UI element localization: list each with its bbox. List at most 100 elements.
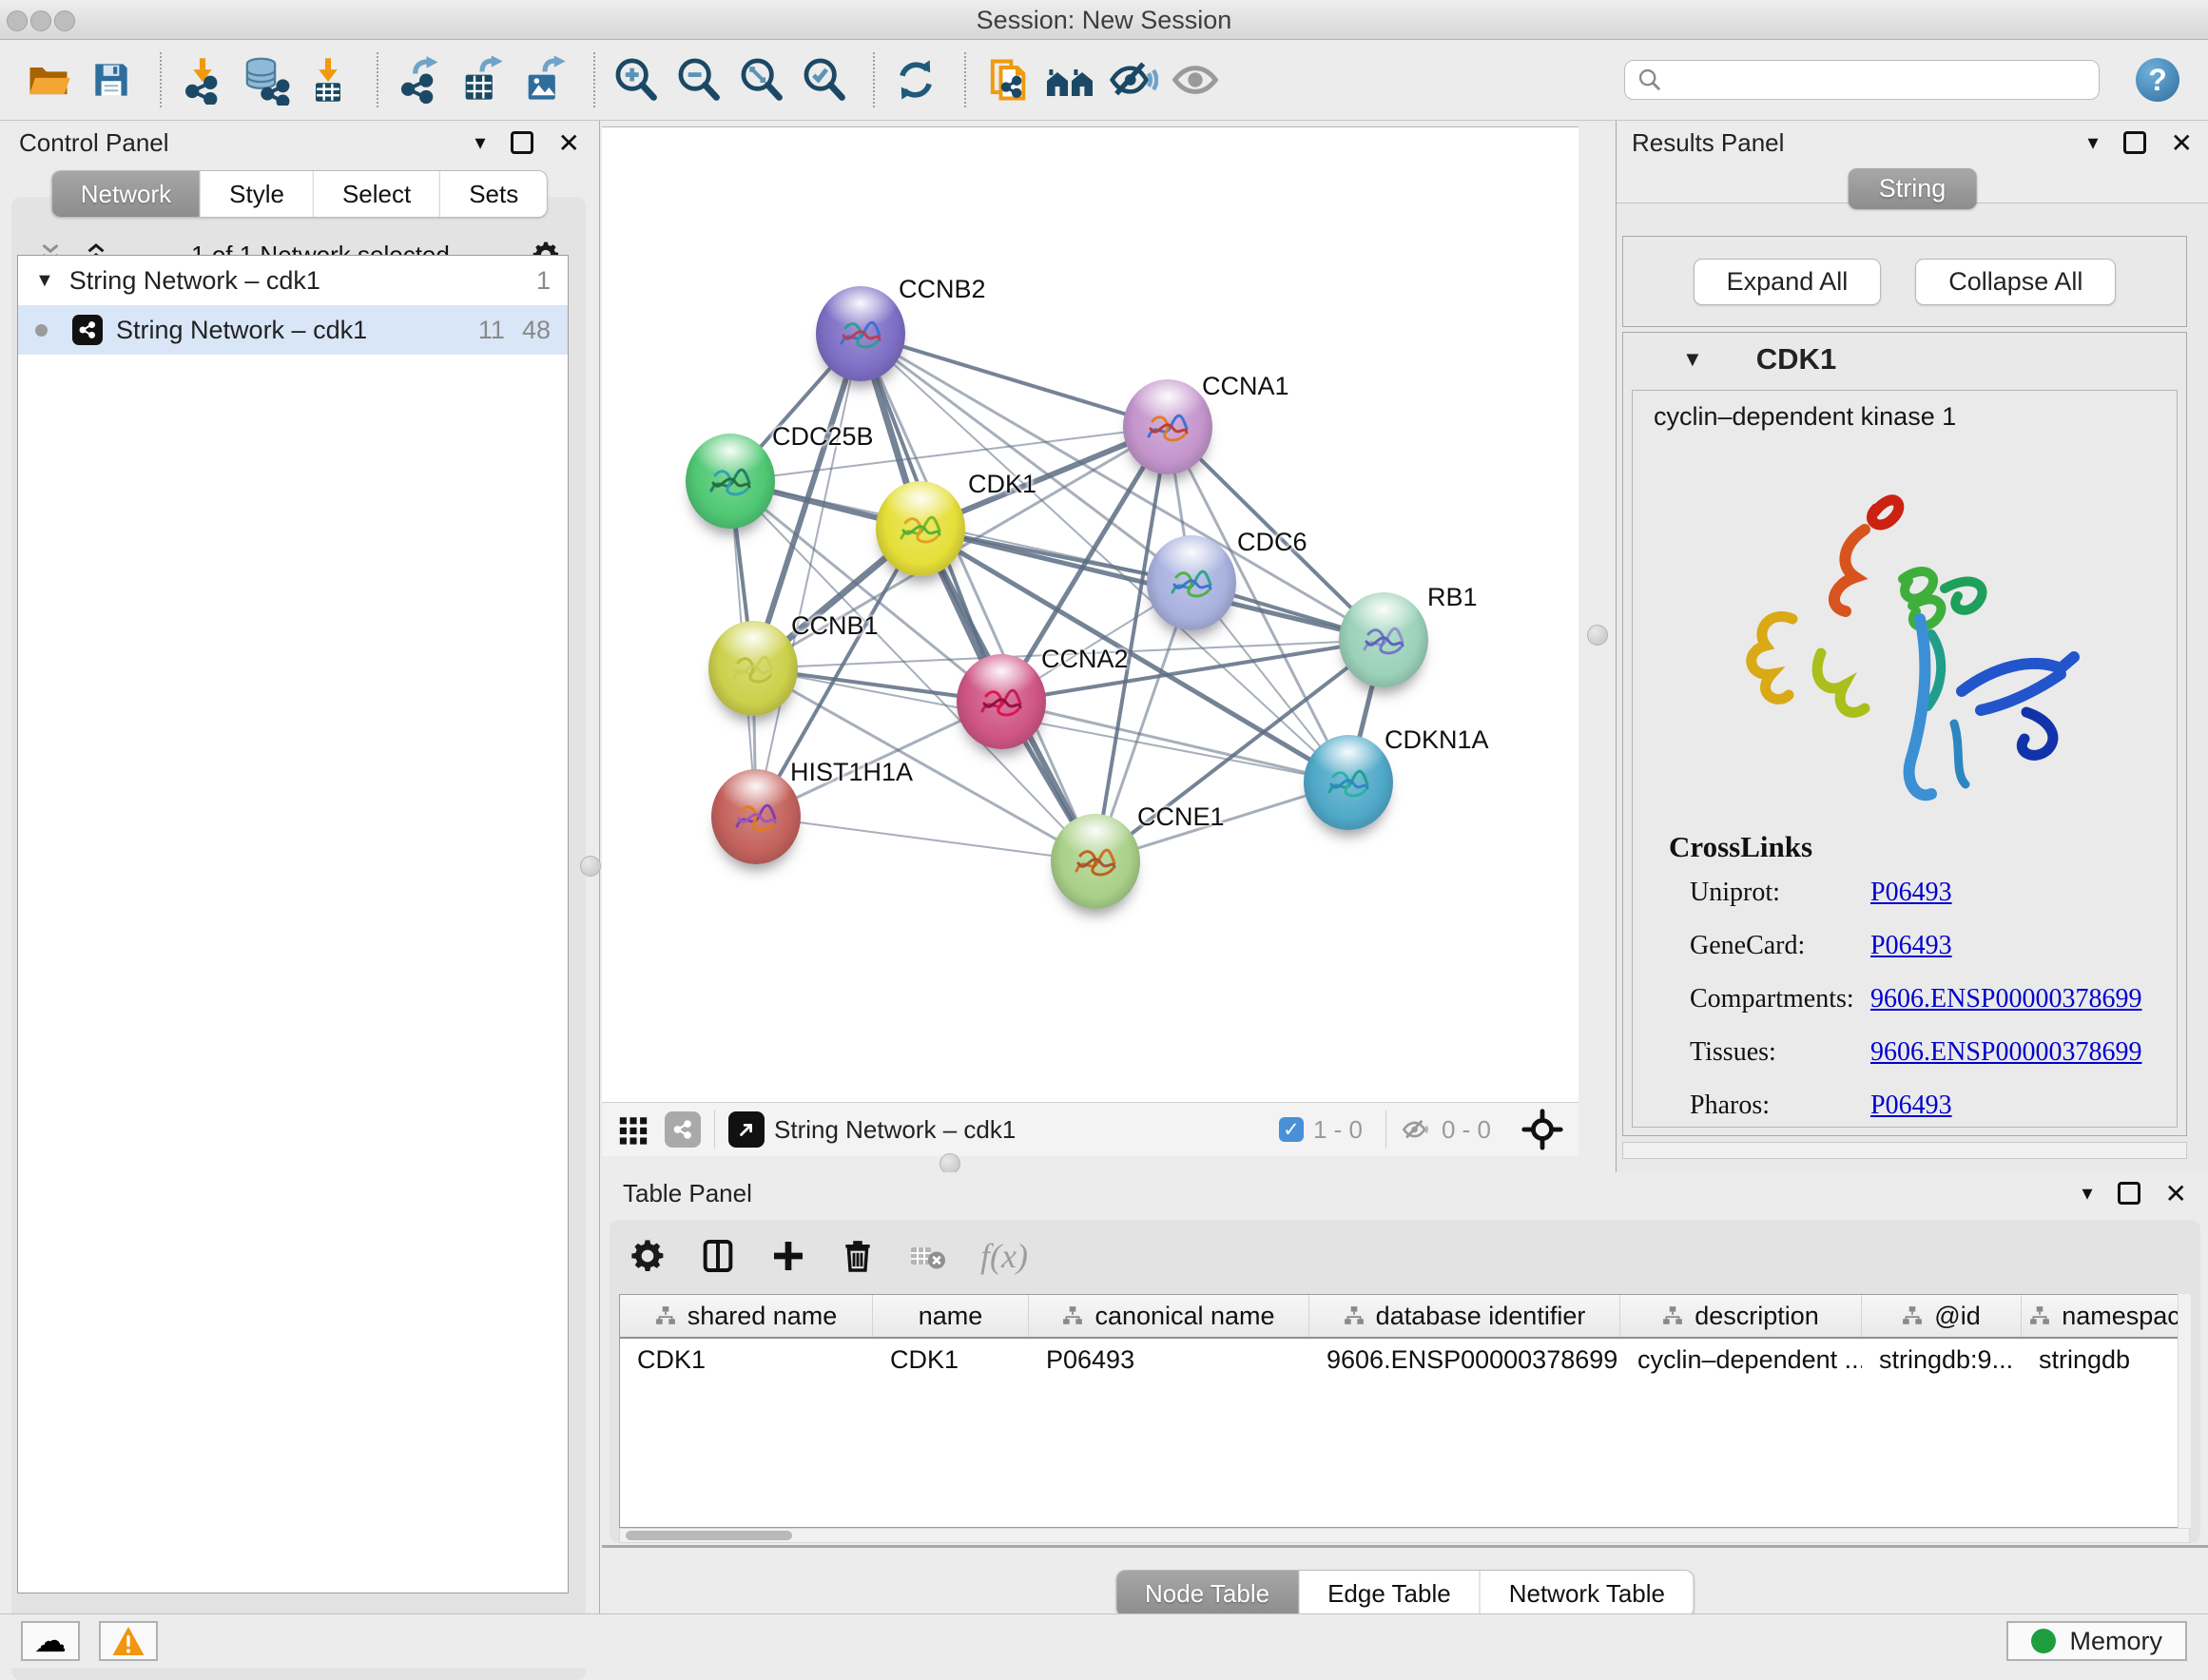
tab-network[interactable]: Network [52,171,201,217]
panel-float-icon[interactable] [2118,1182,2140,1205]
tree-expand-icon[interactable]: ▼ [35,270,54,292]
crosslink-link[interactable]: P06493 [1870,1091,1952,1121]
table-cell[interactable]: stringdb [2022,1345,2189,1375]
table-cell[interactable]: cyclin–dependent ... [1620,1345,1862,1375]
left-splitter-handle[interactable] [580,856,601,877]
zoom-in-icon[interactable] [609,51,664,108]
edge-HIST1H1A-CCNE1[interactable] [756,817,1095,861]
column-header-@id[interactable]: @id [1862,1295,2022,1337]
function-builder-icon[interactable]: f(x) [980,1236,1028,1276]
tab-sets[interactable]: Sets [440,171,547,217]
vertical-splitter-handle[interactable] [1587,625,1608,646]
table-hscrollbar-track[interactable] [619,1528,2190,1543]
table-cell[interactable]: CDK1 [873,1345,1029,1375]
column-header-shared-name[interactable]: shared name [620,1295,873,1337]
show-columns-icon[interactable] [699,1237,737,1275]
tab-node-table[interactable]: Node Table [1116,1571,1299,1616]
table-cell[interactable]: 9606.ENSP00000378699 [1309,1345,1620,1375]
apply-preferred-layout-icon[interactable] [888,51,943,108]
create-column-plus-icon[interactable] [769,1237,807,1275]
tab-style[interactable]: Style [201,171,314,217]
panel-float-icon[interactable] [511,131,533,154]
show-graphics-details-icon[interactable] [1168,51,1223,108]
table-options-gear-icon[interactable] [629,1237,667,1275]
network-collection-row[interactable]: ▼ String Network – cdk1 1 [18,256,568,305]
node-CCNA1[interactable] [1123,379,1212,474]
memory-button[interactable]: Memory [2006,1621,2187,1661]
delete-column-trash-icon[interactable] [840,1238,876,1274]
fit-selected-crosshair-icon[interactable] [1521,1109,1563,1150]
panel-menu-icon[interactable]: ▾ [2082,1181,2092,1206]
panel-float-icon[interactable] [2123,131,2146,154]
node-CCNB2[interactable] [816,286,905,381]
hidden-eye-slash-icon[interactable] [1400,1113,1432,1146]
zoom-fit-content-icon[interactable] [734,51,789,108]
save-session-icon[interactable] [84,51,139,108]
node-RB1[interactable] [1339,592,1428,687]
birds-eye-view-icon[interactable] [617,1113,649,1146]
crosslink-link[interactable]: 9606.ENSP00000378699 [1870,984,2141,1014]
detach-view-icon[interactable] [728,1111,765,1148]
table-data-row[interactable]: CDK1CDK1P064939606.ENSP00000378699cyclin… [620,1339,2189,1381]
cloud-status-button[interactable]: ☁ [21,1621,80,1661]
zoom-selected-icon[interactable] [797,51,852,108]
search-input[interactable] [1673,66,2087,95]
column-header-description[interactable]: description [1620,1295,1862,1337]
crosslink-link[interactable]: P06493 [1870,931,1952,961]
node-CDK1[interactable] [876,481,965,576]
vertical-splitter[interactable] [1579,121,1617,1172]
network-canvas[interactable]: CCNB2CCNA1CDC25BCDK1CDC6RB1CCNB1CCNA2CDK… [602,126,1579,1102]
node-CCNB1[interactable] [708,621,798,716]
window-minimize-button[interactable] [30,10,51,31]
window-close-button[interactable] [7,10,28,31]
column-header-namespac[interactable]: namespac [2022,1295,2189,1337]
export-network-icon[interactable] [392,51,447,108]
node-CDKN1A[interactable] [1304,735,1393,830]
column-header-canonical-name[interactable]: canonical name [1029,1295,1309,1337]
horizontal-splitter-handle[interactable] [939,1153,960,1174]
crosslink-link[interactable]: 9606.ENSP00000378699 [1870,1037,2141,1068]
import-table-from-file-icon[interactable] [300,51,356,108]
zoom-out-icon[interactable] [671,51,726,108]
tab-string[interactable]: String [1849,168,1977,209]
import-network-from-database-icon[interactable] [238,51,293,108]
table-vscrollbar-track[interactable] [2178,1294,2191,1528]
table-cell[interactable]: P06493 [1029,1345,1309,1375]
delete-table-icon[interactable] [908,1236,948,1276]
node-CCNA2[interactable] [957,654,1046,749]
entry-collapse-icon[interactable]: ▼ [1682,347,1703,372]
node-CCNE1[interactable] [1051,814,1140,909]
panel-close-icon[interactable]: ✕ [2171,127,2193,159]
table-cell[interactable]: stringdb:9... [1862,1345,2022,1375]
import-network-from-file-icon[interactable] [175,51,230,108]
network-row-selected[interactable]: String Network – cdk1 11 48 [18,305,568,355]
table-hscrollbar-thumb[interactable] [626,1531,792,1540]
table-cell[interactable]: CDK1 [620,1345,873,1375]
help-icon[interactable]: ? [2136,58,2179,102]
node-CDC6[interactable] [1147,535,1236,630]
panel-close-icon[interactable]: ✕ [2165,1178,2187,1209]
warnings-button[interactable] [99,1621,158,1661]
column-header-database-identifier[interactable]: database identifier [1309,1295,1620,1337]
collapse-all-button[interactable]: Collapse All [1915,259,2116,305]
string-protein-query-icon[interactable] [1042,51,1097,108]
toolbar-search-box[interactable] [1624,60,2100,100]
hide-unhide-graphics-icon[interactable] [1105,51,1160,108]
tab-network-table[interactable]: Network Table [1481,1571,1694,1616]
results-scrollbar-track[interactable] [1622,1142,2187,1159]
export-table-icon[interactable] [455,51,510,108]
node-CDC25B[interactable] [686,434,775,529]
network-overview-icon[interactable] [665,1111,701,1148]
panel-menu-icon[interactable]: ▾ [2087,130,2098,155]
window-zoom-button[interactable] [54,10,75,31]
edge-CCNB2-CCNA1[interactable] [861,334,1168,427]
selected-checkbox-icon[interactable]: ✓ [1279,1117,1304,1142]
expand-all-button[interactable]: Expand All [1694,259,1882,305]
open-session-icon[interactable] [21,51,76,108]
column-header-name[interactable]: name [873,1295,1029,1337]
panel-menu-icon[interactable]: ▾ [475,130,485,155]
crosslink-link[interactable]: P06493 [1870,878,1952,908]
tab-edge-table[interactable]: Edge Table [1299,1571,1481,1616]
tab-select[interactable]: Select [314,171,440,217]
horizontal-splitter[interactable] [602,1156,1579,1172]
